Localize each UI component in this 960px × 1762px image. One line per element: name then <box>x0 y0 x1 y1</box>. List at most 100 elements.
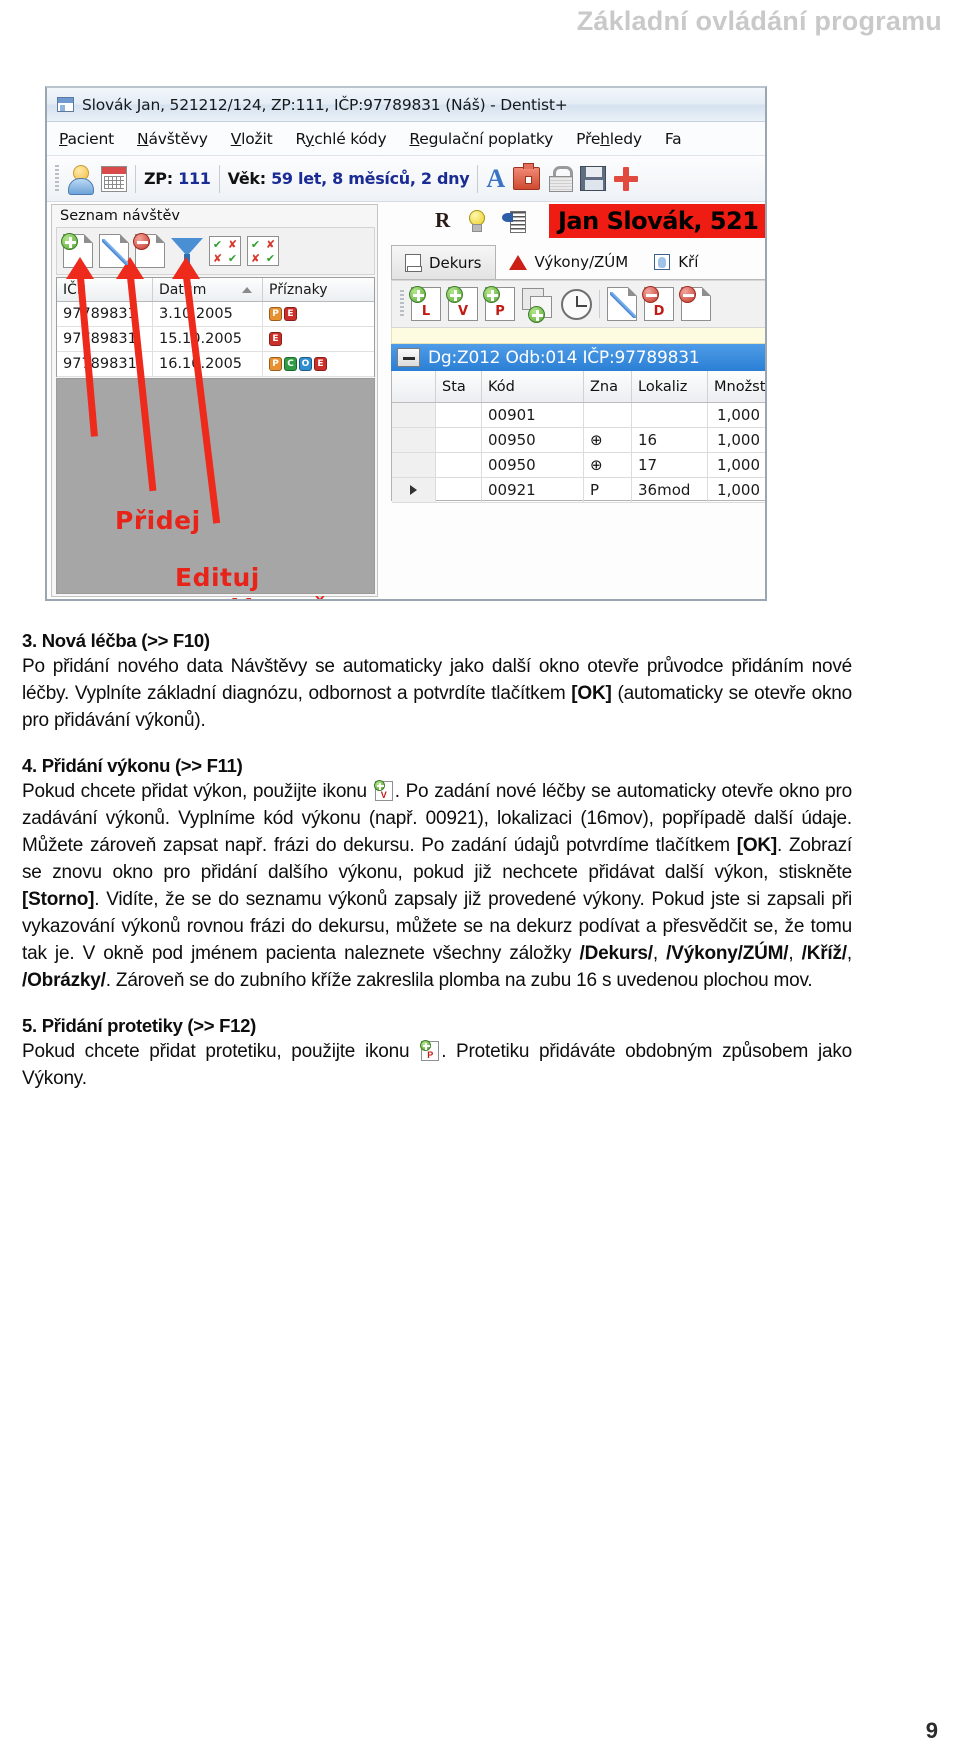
annotation-label-pridej: Přidej <box>115 506 201 535</box>
table-row[interactable]: 97789831 3.10.2005 P E <box>57 302 374 327</box>
cell-kod: 00901 <box>482 403 584 427</box>
main-toolbar[interactable]: ZP: 111 Věk: 59 let, 8 měsíců, 2 dny A <box>47 156 765 202</box>
font-letter-icon[interactable]: A <box>486 165 505 192</box>
calendar-icon[interactable] <box>101 165 127 192</box>
toolbar-grip[interactable] <box>400 290 404 318</box>
visits-list-panel: Seznam návštěv ✔✘✘✔ ✔✘✘✔ IČP Datum <box>51 204 378 597</box>
tab-vykony-zum[interactable]: Výkony/ZÚM <box>496 245 642 279</box>
toolbar-separator-3 <box>477 164 479 193</box>
bulb-icon[interactable] <box>468 209 486 232</box>
flag-badge: P <box>269 357 282 371</box>
menu-item-rychle-kody[interactable]: Rychlé kódy <box>295 130 386 148</box>
menu-item-fa[interactable]: Fa <box>665 130 682 148</box>
column-header-icp[interactable]: IČP <box>57 278 153 301</box>
document-icon <box>405 253 422 272</box>
icon-letter: D <box>653 304 665 319</box>
table-row[interactable]: 00950 ⊕ 16 1,000 <box>392 428 765 453</box>
column-header-mnozstvi[interactable]: Množství <box>708 371 765 402</box>
add-copy-icon[interactable] <box>522 288 554 323</box>
column-header-sta[interactable]: Sta <box>436 371 482 402</box>
column-header-priznaky[interactable]: Příznaky <box>263 278 374 301</box>
column-header-lokalizace[interactable]: Lokaliz <box>632 371 708 402</box>
add-lecba-icon[interactable]: L <box>409 286 441 321</box>
cell-mnozstvi: 1,000 <box>717 431 760 449</box>
table-row[interactable]: 97789831 15.10.2005 E <box>57 327 374 352</box>
column-header-indicator <box>392 371 436 402</box>
cell-kod: 00921 <box>482 478 584 502</box>
cell-sta <box>436 453 482 477</box>
menu-item-regulacni-poplatky[interactable]: Regulační poplatky <box>409 130 553 148</box>
edit-visit-icon[interactable] <box>99 234 129 268</box>
document-body: 3. Nová léčba (>> F10) Po přidání nového… <box>22 630 852 1097</box>
key-list-icon[interactable] <box>502 210 527 233</box>
edit-record-icon[interactable] <box>607 287 637 321</box>
section-3-paragraph: Po přidání nového data Návštěvy se autom… <box>22 656 852 731</box>
toolbox-icon[interactable] <box>513 163 541 190</box>
menu-item-navstevy[interactable]: Návštěvy <box>137 130 208 148</box>
cell-lokalizace: 36mod <box>632 478 708 502</box>
diagnosis-group-header[interactable]: Dg:Z012 Odb:014 IČP:97789831 <box>391 344 765 371</box>
visits-toolbar[interactable]: ✔ ✘ ✘ ✔ ✔ ✘ ✘ ✔ <box>56 227 375 275</box>
page-header-title: Základní ovládání programu <box>576 6 942 36</box>
patient-icon[interactable] <box>67 164 94 195</box>
visits-panel-title: Seznam návštěv <box>60 208 180 224</box>
detail-tab-bar[interactable]: Dekurs Výkony/ZÚM Kří <box>391 244 765 280</box>
menu-item-prehledy[interactable]: Přehledy <box>576 130 642 148</box>
cell-datum: 3.10.2005 <box>153 302 263 326</box>
vykony-grid[interactable]: Sta Kód Zna Lokaliz Množství 00901 1,000 <box>391 371 765 503</box>
uncheck-all-icon[interactable]: ✔ ✘ ✘ ✔ <box>247 236 279 266</box>
cell-priznaky: P E <box>263 302 374 326</box>
cell-znak: ⊕ <box>584 428 632 452</box>
collapse-icon[interactable] <box>397 348 420 367</box>
page-number: 9 <box>925 1718 938 1743</box>
column-header-datum[interactable]: Datum <box>153 278 263 301</box>
visits-grid[interactable]: IČP Datum Příznaky 97789831 3.10.2005 P … <box>56 277 375 377</box>
check-all-icon[interactable]: ✔ ✘ ✘ ✔ <box>209 236 241 266</box>
cell-znak <box>584 403 632 427</box>
recept-r-icon[interactable]: R <box>435 208 450 233</box>
clock-icon[interactable] <box>561 288 592 320</box>
save-icon[interactable] <box>580 166 607 191</box>
tab-kriz[interactable]: Kří <box>641 245 711 279</box>
annotation-label-edituj: Edituj <box>175 563 260 592</box>
zp-label: ZP: 111 <box>144 169 211 188</box>
cell-indicator <box>392 428 436 452</box>
cell-mnozstvi: 1,000 <box>717 456 760 474</box>
toolbar-separator <box>135 164 136 193</box>
table-row[interactable]: 00921 P 36mod 1,000 <box>392 478 765 503</box>
menu-bar[interactable]: PPacientacient Návštěvy Vložit Rychlé kó… <box>47 122 765 156</box>
cell-kod: 00950 <box>482 428 584 452</box>
section-5-paragraph: Pokud chcete přidat protetiku, použijte … <box>22 1039 852 1089</box>
detail-small-icons[interactable]: R <box>435 208 527 233</box>
table-row[interactable]: 00950 ⊕ 17 1,000 <box>392 453 765 478</box>
menu-item-vlozit[interactable]: Vložit <box>231 130 273 148</box>
section-4-paragraph: Pokud chcete přidat výkon, použijte ikon… <box>22 779 852 991</box>
add-protetika-inline-icon[interactable]: P <box>420 1039 440 1061</box>
add-vykon-icon[interactable]: V <box>446 286 478 321</box>
add-protetika-icon[interactable]: P <box>483 286 515 321</box>
lock-icon[interactable] <box>548 166 574 192</box>
row-cursor-icon <box>410 485 417 495</box>
tab-dekurs[interactable]: Dekurs <box>391 245 496 279</box>
section-3-title: 3. Nová léčba (>> F10) <box>22 630 210 651</box>
application-screenshot-figure: Slovák Jan, 521212/124, ZP:111, IČP:9778… <box>45 86 767 601</box>
flag-badge: P <box>269 307 282 321</box>
menu-item-pacient[interactable]: PPacientacient <box>59 130 114 148</box>
cell-lokalizace <box>632 403 708 427</box>
delete-record-icon[interactable]: D <box>642 286 674 321</box>
add-vykon-inline-icon[interactable]: V <box>373 779 393 801</box>
table-row[interactable]: 00901 1,000 <box>392 403 765 428</box>
window-titlebar: Slovák Jan, 521212/124, ZP:111, IČP:9778… <box>47 88 765 122</box>
column-header-znak[interactable]: Zna <box>584 371 632 402</box>
remove-record-icon[interactable] <box>679 286 711 321</box>
section-4-title: 4. Přidání výkonu (>> F11) <box>22 754 243 776</box>
cell-znak: ⊕ <box>584 453 632 477</box>
toolbar-grip[interactable] <box>55 164 59 193</box>
triangle-icon <box>508 254 527 270</box>
table-row[interactable]: 97789831 16.10.2005 P C O E <box>57 352 374 377</box>
column-header-kod[interactable]: Kód <box>482 371 584 402</box>
add-plus-icon[interactable] <box>614 166 639 191</box>
section-3: 3. Nová léčba (>> F10) Po přidání nového… <box>22 630 852 735</box>
cell-kod: 00950 <box>482 453 584 477</box>
dekurs-toolbar[interactable]: L V P D <box>391 280 765 328</box>
